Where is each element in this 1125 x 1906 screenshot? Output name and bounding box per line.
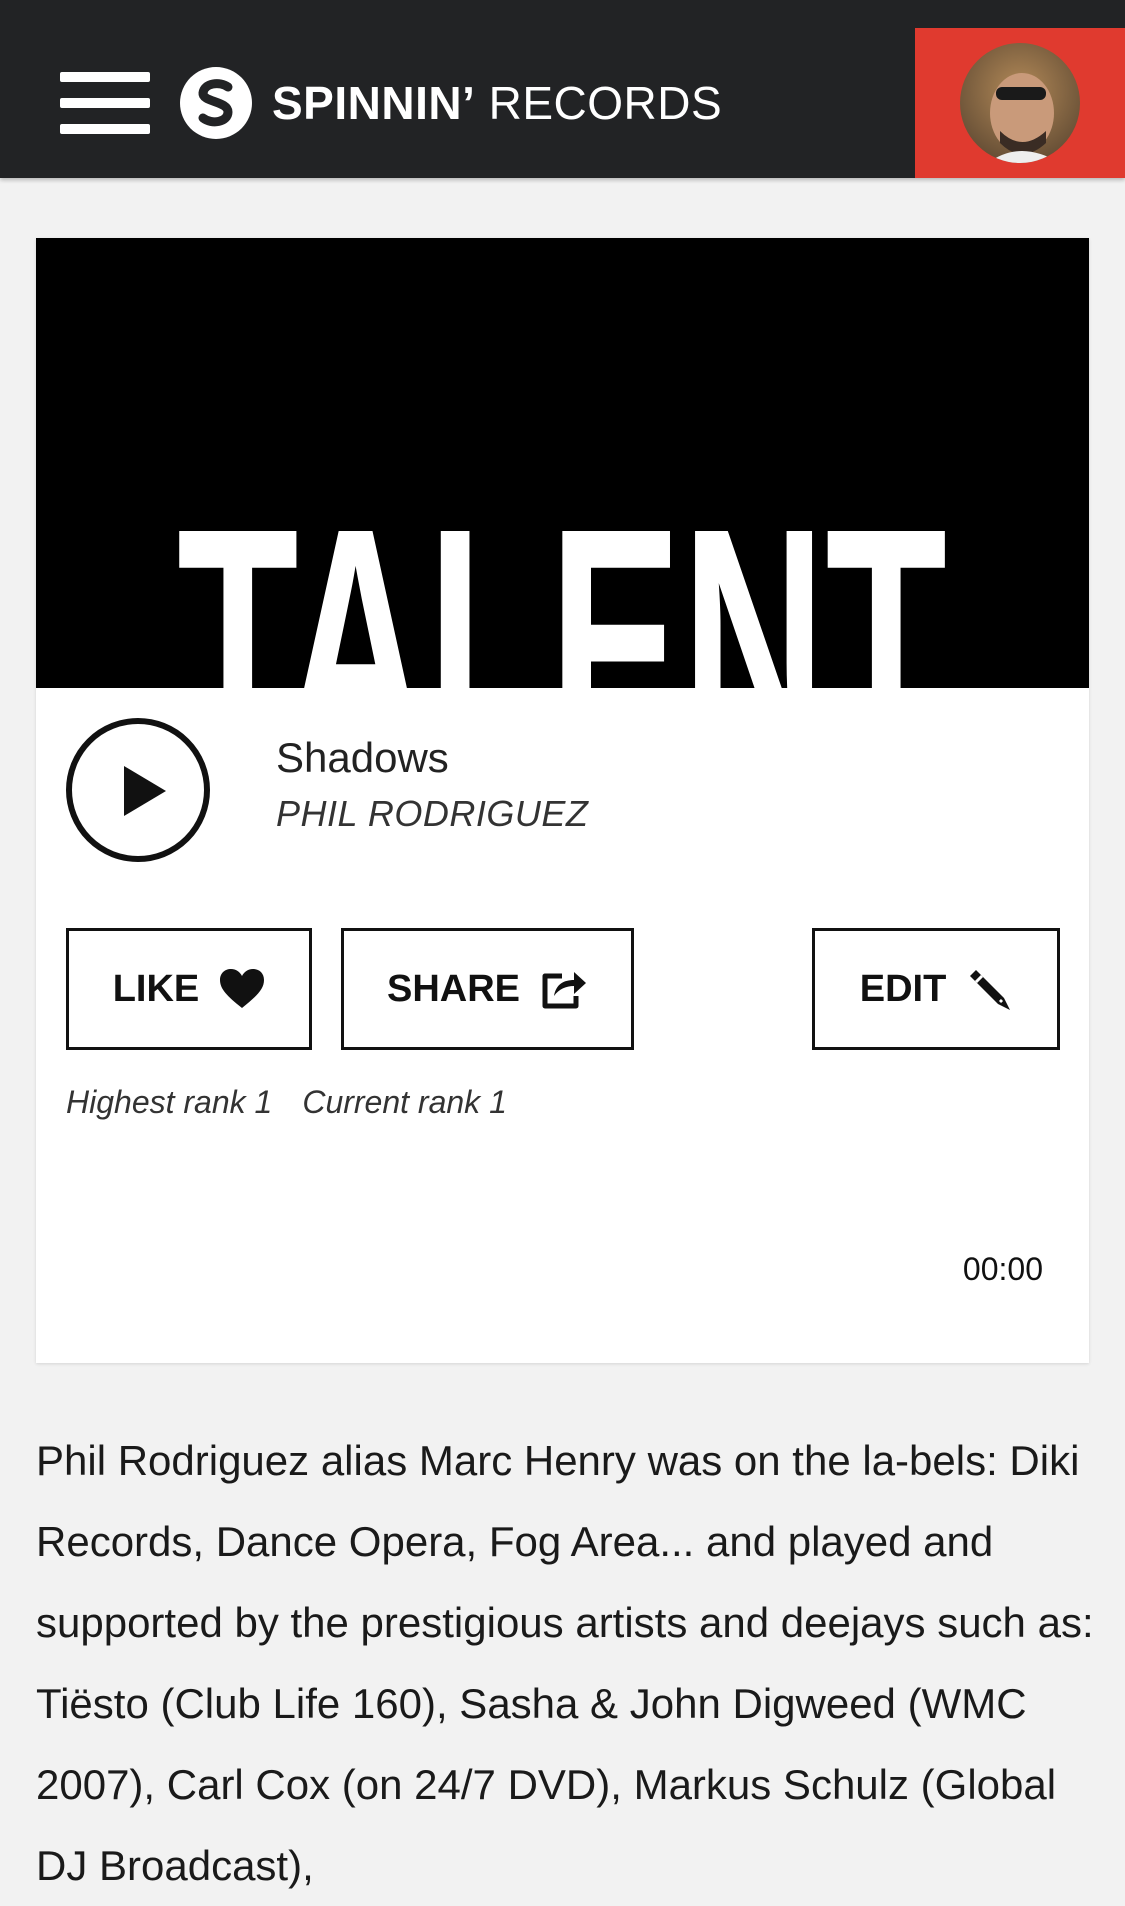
edit-label: EDIT — [859, 967, 947, 1010]
logo-text-light: RECORDS — [475, 77, 723, 129]
logo-text-bold: SPINNIN’ — [272, 77, 476, 129]
top-navigation-bar: SPINNIN’ RECORDS — [0, 0, 1125, 178]
edit-button[interactable]: EDIT — [812, 928, 1060, 1050]
pencil-icon — [966, 966, 1012, 1012]
spinnin-records-logo[interactable]: SPINNIN’ RECORDS — [180, 66, 722, 140]
artist-description: Phil Rodriguez alias Marc Henry was on t… — [36, 1437, 1094, 1889]
user-profile-button[interactable] — [915, 28, 1125, 178]
like-button[interactable]: LIKE — [66, 928, 312, 1050]
highest-rank: Highest rank 1 — [66, 1084, 273, 1120]
track-card: TALENT Shadows PHIL RODRIGUEZ LIKE SHARE… — [36, 238, 1089, 1363]
spinnin-logo-icon — [180, 67, 252, 139]
current-rank: Current rank 1 — [302, 1084, 507, 1120]
hamburger-menu-icon[interactable] — [60, 72, 150, 134]
play-icon — [124, 766, 166, 816]
share-icon — [540, 968, 588, 1010]
like-label: LIKE — [112, 967, 200, 1010]
share-label: SHARE — [386, 967, 521, 1010]
user-avatar[interactable] — [960, 43, 1080, 163]
logo-wordmark: SPINNIN’ RECORDS — [272, 76, 722, 130]
track-title: Shadows — [276, 734, 449, 781]
play-button[interactable] — [66, 718, 210, 862]
playback-time: 00:00 — [962, 1251, 1043, 1287]
heart-icon — [219, 968, 265, 1010]
share-button[interactable]: SHARE — [341, 928, 634, 1050]
rank-info: Highest rank 1 Current rank 1 — [66, 1084, 507, 1121]
track-artist[interactable]: PHIL RODRIGUEZ — [276, 793, 588, 835]
cover-art: TALENT — [36, 238, 1089, 688]
cover-title: TALENT — [177, 459, 947, 688]
